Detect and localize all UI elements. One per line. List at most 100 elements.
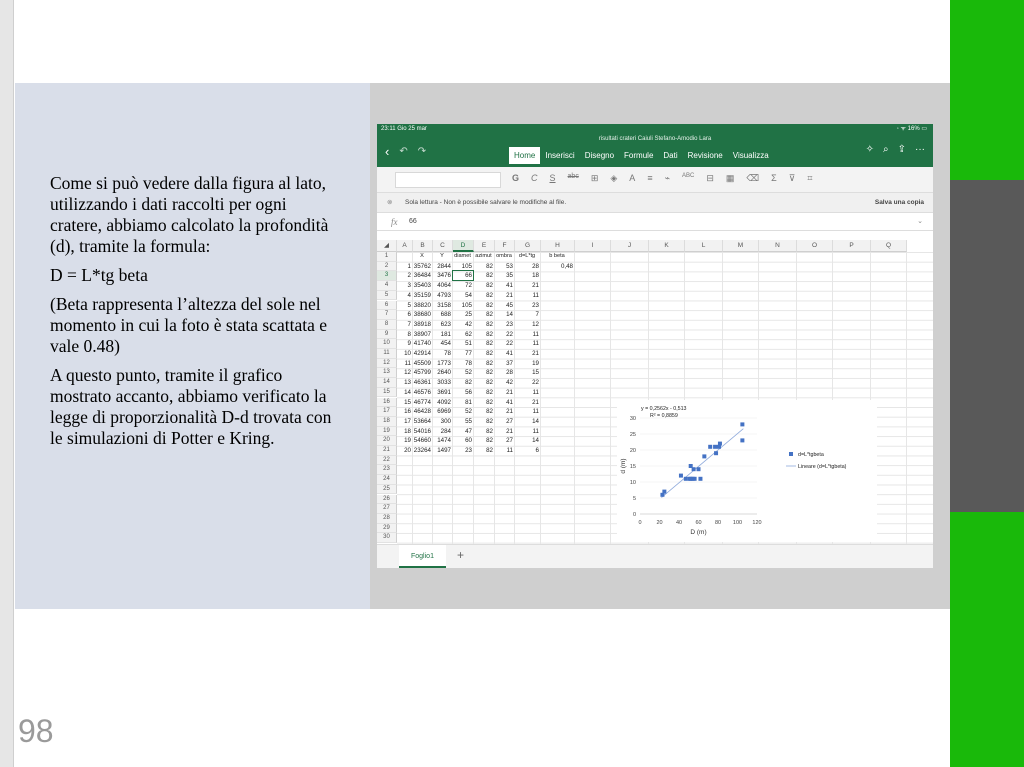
undo-icon[interactable]: ↶ — [399, 146, 407, 159]
row-header-4[interactable]: 4 — [377, 281, 397, 291]
row-header-5[interactable]: 5 — [377, 290, 397, 301]
cell[interactable]: 11 — [515, 291, 539, 301]
cell[interactable]: b beta — [541, 252, 573, 262]
cell[interactable]: 623 — [433, 320, 451, 330]
cell[interactable]: 82 — [474, 339, 493, 349]
tab-dati[interactable]: Dati — [658, 147, 682, 164]
cell[interactable]: 23 — [515, 301, 539, 311]
cell[interactable]: 82 — [474, 359, 493, 369]
cell[interactable]: 82 — [474, 291, 493, 301]
cell[interactable]: 27 — [495, 417, 513, 427]
bold-icon[interactable]: G — [512, 173, 519, 184]
cell[interactable]: 47 — [453, 427, 472, 437]
tab-inserisci[interactable]: Inserisci — [540, 147, 579, 164]
cell[interactable]: 53664 — [413, 417, 431, 427]
cell[interactable]: 38918 — [413, 320, 431, 330]
cell[interactable]: 22 — [515, 378, 539, 388]
row-header-16[interactable]: 16 — [377, 397, 397, 408]
cell[interactable]: 82 — [474, 388, 493, 398]
row-header-6[interactable]: 6 — [377, 300, 397, 311]
column-header-m[interactable]: M — [723, 240, 759, 252]
cell[interactable]: 19 — [515, 359, 539, 369]
font-name-field[interactable] — [395, 172, 501, 188]
number-format-icon[interactable]: ABC — [682, 173, 694, 184]
cell[interactable]: 54660 — [413, 436, 431, 446]
chevron-down-icon[interactable]: ⌄ — [917, 213, 923, 231]
cell[interactable]: 82 — [474, 271, 493, 281]
cell[interactable]: 35403 — [413, 281, 431, 291]
cell[interactable]: 46428 — [413, 407, 431, 417]
scatter-chart[interactable]: 0 5 10 15 20 25 30 0 20 40 60 80 100 120 D (m) d (m) y =… — [617, 400, 877, 542]
cell[interactable]: 56 — [453, 388, 472, 398]
cell[interactable]: 9 — [397, 339, 411, 349]
cell[interactable]: 3 — [397, 281, 411, 291]
row-header-27[interactable]: 27 — [377, 504, 397, 514]
cell[interactable]: 11 — [515, 339, 539, 349]
cell[interactable]: 46361 — [413, 378, 431, 388]
row-header-22[interactable]: 22 — [377, 455, 397, 466]
row-header-13[interactable]: 13 — [377, 368, 397, 379]
column-header-h[interactable]: H — [541, 240, 575, 252]
cell-format-icon[interactable]: ⌗ — [807, 173, 812, 184]
cell[interactable]: 21 — [495, 388, 513, 398]
row-header-10[interactable]: 10 — [377, 339, 397, 349]
cell[interactable]: 27 — [495, 436, 513, 446]
cell[interactable]: 21 — [515, 349, 539, 359]
italic-icon[interactable]: C — [531, 173, 538, 184]
cell[interactable]: 5 — [397, 301, 411, 311]
cell[interactable]: 1497 — [433, 446, 451, 456]
tab-revisione[interactable]: Revisione — [683, 147, 728, 164]
formula-value[interactable]: 66 — [409, 213, 417, 231]
row-header-26[interactable]: 26 — [377, 494, 397, 505]
row-header-18[interactable]: 18 — [377, 416, 397, 427]
cell[interactable]: 23 — [453, 446, 472, 456]
row-header-12[interactable]: 12 — [377, 358, 397, 369]
cell[interactable]: 35 — [495, 271, 513, 281]
cell[interactable]: 2844 — [433, 262, 451, 272]
cell[interactable]: 82 — [474, 310, 493, 320]
merge-icon[interactable]: ⊟ — [706, 173, 714, 184]
cell[interactable]: 82 — [474, 262, 493, 272]
row-header-29[interactable]: 29 — [377, 523, 397, 534]
cell[interactable]: 17 — [397, 417, 411, 427]
cell[interactable]: 45799 — [413, 368, 431, 378]
cell[interactable]: 38820 — [413, 301, 431, 311]
cell[interactable]: 52 — [453, 368, 472, 378]
row-header-2[interactable]: 2 — [377, 261, 397, 272]
cell[interactable]: 15 — [515, 368, 539, 378]
cell[interactable]: 46774 — [413, 398, 431, 408]
tab-disegno[interactable]: Disegno — [580, 147, 619, 164]
save-copy-button[interactable]: Salva una copia — [875, 193, 924, 213]
column-header-g[interactable]: G — [515, 240, 541, 252]
cell[interactable]: 0,48 — [541, 262, 573, 272]
cell[interactable]: 6969 — [433, 407, 451, 417]
cell[interactable]: 82 — [453, 378, 472, 388]
cell[interactable]: 38680 — [413, 310, 431, 320]
row-header-24[interactable]: 24 — [377, 475, 397, 485]
column-header-q[interactable]: Q — [871, 240, 907, 252]
cell[interactable]: 82 — [474, 281, 493, 291]
cell[interactable]: 7 — [397, 320, 411, 330]
cell[interactable]: 11 — [515, 330, 539, 340]
column-header-b[interactable]: B — [413, 240, 433, 252]
cell[interactable]: 82 — [474, 427, 493, 437]
cell[interactable]: 22 — [495, 339, 513, 349]
cell[interactable]: 3691 — [433, 388, 451, 398]
cell[interactable]: 82 — [474, 368, 493, 378]
cell[interactable]: 41740 — [413, 339, 431, 349]
row-header-9[interactable]: 9 — [377, 329, 397, 340]
row-header-15[interactable]: 15 — [377, 387, 397, 398]
add-sheet-button[interactable]: + — [457, 548, 464, 562]
cell[interactable]: ombra — [495, 252, 513, 262]
active-cell-selection[interactable] — [452, 270, 474, 282]
fill-color-icon[interactable]: ◈ — [610, 173, 617, 184]
cell[interactable]: 21 — [515, 398, 539, 408]
cell[interactable]: 1773 — [433, 359, 451, 369]
row-header-17[interactable]: 17 — [377, 407, 397, 417]
row-header-14[interactable]: 14 — [377, 378, 397, 388]
cell[interactable]: 35159 — [413, 291, 431, 301]
cell[interactable]: 46576 — [413, 388, 431, 398]
cell[interactable]: 82 — [474, 320, 493, 330]
cell[interactable]: 11 — [515, 407, 539, 417]
cell[interactable]: 42 — [495, 378, 513, 388]
